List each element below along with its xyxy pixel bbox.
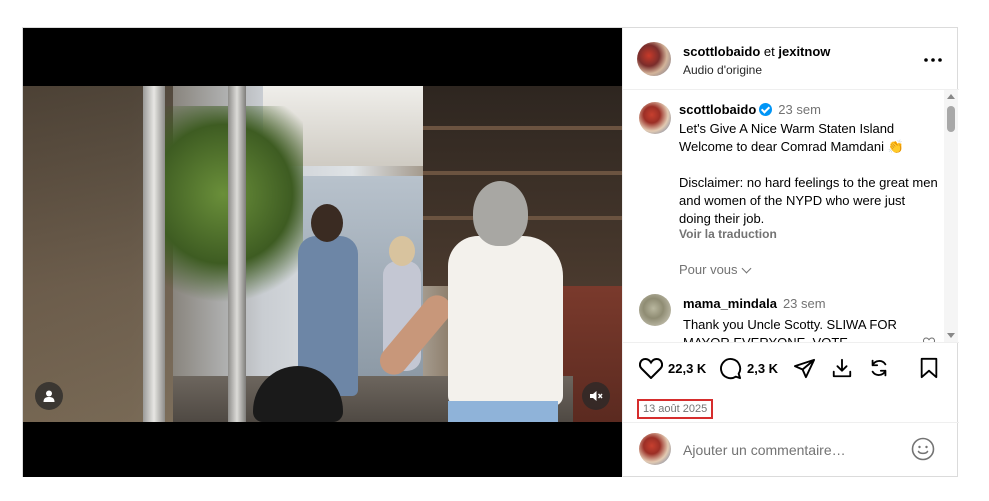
video-person-woman-head xyxy=(389,236,415,266)
comment-time[interactable]: 23 sem xyxy=(783,296,826,311)
emoji-button[interactable] xyxy=(911,437,935,466)
post-authors: scottlobaido et jexitnow xyxy=(683,44,830,59)
more-options-button[interactable] xyxy=(923,50,943,70)
like-button[interactable]: 22,3 K xyxy=(639,357,706,379)
video-shelf-line xyxy=(423,126,622,130)
tagged-users-button[interactable] xyxy=(35,382,63,410)
comment-button[interactable]: 2,3 K xyxy=(719,357,778,380)
comments-panel[interactable]: scottlobaido 23 sem Let's Give A Nice War… xyxy=(623,90,959,342)
emoji-smile-icon xyxy=(911,437,935,461)
scroll-down-arrow-icon[interactable] xyxy=(947,333,955,338)
collaborator-link[interactable]: jexitnow xyxy=(778,44,830,59)
for-you-label: Pour vous xyxy=(679,262,738,277)
save-button[interactable] xyxy=(919,357,939,379)
video-person-suit-head xyxy=(311,204,343,242)
caption-text: Let's Give A Nice Warm Staten Island Wel… xyxy=(679,121,938,226)
comments-scrollbar[interactable] xyxy=(944,90,958,342)
scrollbar-thumb[interactable] xyxy=(947,106,955,132)
share-button[interactable] xyxy=(793,357,816,380)
mute-button[interactable] xyxy=(582,382,610,410)
verified-badge-icon xyxy=(759,103,773,116)
instagram-post: scottlobaido et jexitnow Audio d'origine… xyxy=(22,27,959,477)
comment-text: Thank you Uncle Scotty. SLIWA FOR MAYOR … xyxy=(683,317,897,342)
video-pillar xyxy=(143,86,165,422)
heart-icon xyxy=(639,357,663,379)
video-shelf-line xyxy=(423,171,622,175)
more-horizontal-icon xyxy=(924,58,942,62)
author-connector: et xyxy=(763,44,775,59)
audio-link[interactable]: Audio d'origine xyxy=(683,63,762,77)
video-person-pants xyxy=(448,401,558,422)
bookmark-icon xyxy=(920,357,938,379)
comment-input[interactable]: Ajouter un commentaire… xyxy=(683,442,846,458)
post-actions: 22,3 K 2,3 K 13 août 2025 xyxy=(623,342,959,422)
avatar xyxy=(639,433,671,465)
add-comment-bar: Ajouter un commentaire… xyxy=(623,422,959,477)
for-you-dropdown[interactable]: Pour vous xyxy=(679,262,751,277)
avatar[interactable] xyxy=(639,294,671,326)
speaker-muted-icon xyxy=(590,391,603,401)
send-icon xyxy=(793,358,816,379)
author-link[interactable]: scottlobaido xyxy=(683,44,760,59)
video-person-head xyxy=(473,181,528,246)
post-sidebar: scottlobaido et jexitnow Audio d'origine… xyxy=(622,28,959,477)
likes-count[interactable]: 22,3 K xyxy=(668,361,706,376)
download-button[interactable] xyxy=(831,357,853,379)
avatar[interactable] xyxy=(637,42,671,76)
comments-count[interactable]: 2,3 K xyxy=(747,361,778,376)
comment-username[interactable]: mama_mindala xyxy=(683,296,777,311)
see-translation-link[interactable]: Voir la traduction xyxy=(679,227,777,241)
video-plants xyxy=(143,106,303,326)
caption-time[interactable]: 23 sem xyxy=(778,102,821,117)
remix-arrows-icon xyxy=(871,359,887,377)
user-icon xyxy=(43,390,55,402)
video-person-shirt xyxy=(448,236,563,406)
comment-like-button[interactable] xyxy=(922,335,936,342)
download-icon xyxy=(832,358,852,378)
comment-bubble-icon xyxy=(720,358,742,380)
post-date[interactable]: 13 août 2025 xyxy=(637,399,714,419)
scroll-up-arrow-icon[interactable] xyxy=(947,94,955,99)
caption-header: scottlobaido 23 sem xyxy=(679,102,821,117)
video-pillar xyxy=(228,86,246,422)
avatar[interactable] xyxy=(639,102,671,134)
comment-header: mama_mindala 23 sem xyxy=(683,296,826,311)
video-frame[interactable] xyxy=(23,86,622,422)
chevron-down-icon xyxy=(741,263,751,274)
post-media[interactable] xyxy=(23,28,622,477)
post-header: scottlobaido et jexitnow Audio d'origine xyxy=(623,28,959,90)
remix-button[interactable] xyxy=(868,357,890,379)
caption-username[interactable]: scottlobaido xyxy=(679,102,756,117)
